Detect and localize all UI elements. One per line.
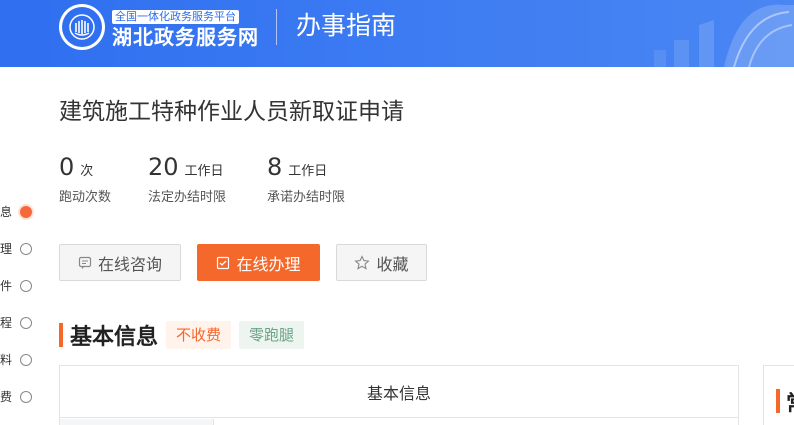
anchor-nav-item[interactable]: 程 — [0, 313, 40, 333]
section-accent-bar — [776, 389, 780, 413]
online-consult-button[interactable]: 在线咨询 — [59, 244, 181, 281]
table-header: 基本信息 — [60, 366, 738, 418]
anchor-nav-item[interactable]: 费 — [0, 387, 40, 407]
online-handle-button[interactable]: 在线办理 — [197, 244, 320, 281]
anchor-dot — [20, 391, 32, 403]
table-row-label-cell — [60, 419, 214, 425]
anchor-nav-item[interactable]: 件 — [0, 276, 40, 296]
anchor-nav-item[interactable]: 理 — [0, 239, 40, 259]
portal-name: 湖北政务服务网 — [112, 25, 259, 49]
right-side-card: 常 — [763, 365, 794, 425]
stat-unit: 次 — [80, 164, 94, 179]
favorite-button[interactable]: 收藏 — [336, 244, 427, 281]
portal-tagline: 全国一体化政务服务平台 — [112, 10, 239, 24]
anchor-dot-active — [20, 206, 32, 218]
anchor-nav-label: 理 — [0, 242, 13, 256]
anchor-nav-label: 料 — [0, 353, 13, 367]
anchor-nav-label: 件 — [0, 279, 13, 293]
portal-brand[interactable]: 全国一体化政务服务平台 湖北政务服务网 — [112, 5, 259, 50]
emblem-icon — [69, 14, 95, 40]
basic-info-table: 基本信息 — [59, 365, 739, 425]
stat-legal-time-limit: 20 工作日 法定办结时限 — [148, 152, 226, 207]
zero-run-tag: 零跑腿 — [239, 321, 305, 349]
stat-caption: 法定办结时限 — [148, 190, 227, 205]
anchor-dot — [20, 354, 32, 366]
header-section-title: 办事指南 — [296, 11, 397, 40]
stat-value: 0 — [59, 153, 75, 181]
favorite-label: 收藏 — [376, 254, 409, 274]
section-title: 基本信息 — [70, 325, 159, 350]
stat-unit: 工作日 — [288, 164, 328, 179]
stat-value: 8 — [267, 153, 283, 181]
site-header: 全国一体化政务服务平台 湖北政务服务网 办事指南 — [0, 0, 794, 67]
header-divider — [276, 9, 277, 45]
city-skyline-decoration — [654, 4, 794, 67]
online-handle-label: 在线办理 — [236, 254, 301, 274]
stat-caption: 跑动次数 — [59, 190, 112, 205]
stat-promised-time-limit: 8 工作日 承诺办结时限 — [267, 152, 345, 207]
stat-value: 20 — [148, 153, 179, 181]
form-check-icon — [216, 256, 230, 270]
stat-unit: 工作日 — [184, 164, 224, 179]
anchor-dot — [20, 243, 32, 255]
anchor-nav-item-basic-info[interactable]: 息 — [0, 202, 40, 222]
portal-logo[interactable] — [59, 4, 105, 50]
fee-tag: 不收费 — [166, 321, 232, 349]
page-title: 建筑施工特种作业人员新取证申请 — [59, 99, 404, 125]
anchor-dot — [20, 317, 32, 329]
basic-info-section-header: 基本信息 不收费 零跑腿 — [59, 320, 305, 350]
anchor-nav-label: 程 — [0, 316, 13, 330]
stat-caption: 承诺办结时限 — [267, 190, 346, 205]
anchor-nav-item[interactable]: 料 — [0, 350, 40, 370]
anchor-nav-label: 费 — [0, 390, 13, 404]
section-accent-bar — [59, 323, 63, 347]
right-card-title: 常 — [786, 386, 794, 418]
anchor-dot — [20, 280, 32, 292]
star-icon — [354, 254, 371, 271]
anchor-nav-label: 息 — [0, 205, 13, 219]
online-consult-label: 在线咨询 — [97, 254, 162, 274]
stat-visit-count: 0次 跑动次数 — [59, 152, 111, 207]
chat-icon — [78, 256, 92, 270]
